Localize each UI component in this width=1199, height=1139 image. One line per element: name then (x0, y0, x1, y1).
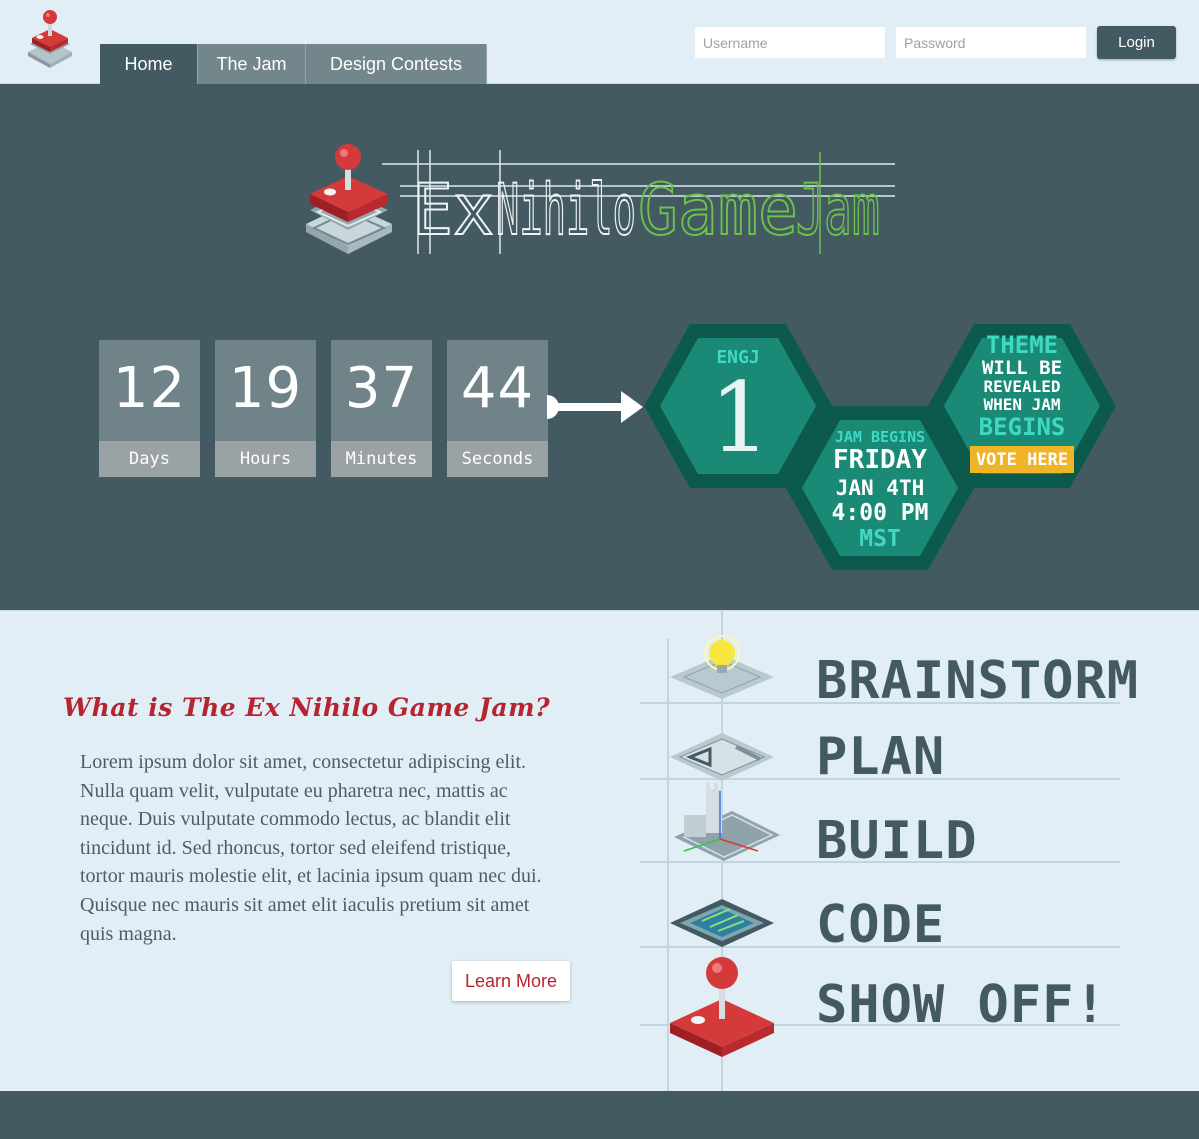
countdown-label: Seconds (447, 441, 548, 477)
joystick-show-off-icon (670, 957, 774, 1057)
tab-home[interactable]: Home (100, 44, 198, 84)
joystick-logo-icon[interactable] (22, 8, 78, 74)
code-board-icon (670, 899, 774, 947)
vote-here-button[interactable]: VOTE HERE (970, 446, 1074, 473)
countdown-days: 12 Days (99, 340, 200, 477)
login-button[interactable]: Login (1097, 26, 1176, 59)
countdown-value: 44 (460, 356, 535, 421)
about-heading: What is The Ex Nihilo Game Jam? (63, 693, 551, 722)
jam-number: 1 (709, 362, 771, 474)
step-code: CODE (816, 895, 946, 955)
castle-build-icon (674, 783, 780, 861)
blueprint-plan-icon (670, 733, 774, 781)
hero-section: Ex Nihilo Game Jam 12 Days 19 Hours 37 M… (0, 84, 1199, 610)
svg-text:Nihilo: Nihilo (496, 169, 636, 251)
theme-text-line: BEGINS (978, 413, 1066, 441)
jam-day: FRIDAY (833, 445, 927, 475)
learn-more-button[interactable]: Learn More (452, 961, 570, 1001)
theme-text-line: REVEALED (983, 377, 1061, 396)
username-input[interactable] (695, 27, 885, 58)
joystick-logo-icon (306, 144, 392, 254)
jam-date: JAN 4TH (835, 476, 925, 500)
countdown-value: 37 (344, 356, 419, 421)
password-input[interactable] (896, 27, 1086, 58)
main-nav: Home The Jam Design Contests (100, 44, 487, 84)
countdown-label: Hours (215, 441, 316, 477)
svg-text:Jam: Jam (796, 169, 880, 251)
countdown-label: Minutes (331, 441, 432, 477)
countdown-value: 12 (112, 356, 187, 421)
countdown-seconds: 44 Seconds (447, 340, 548, 477)
countdown-value: 19 (228, 356, 303, 421)
step-show-off: SHOW OFF! (816, 975, 1107, 1035)
countdown-hours: 19 Hours (215, 340, 316, 477)
tab-design-contests[interactable]: Design Contests (306, 44, 487, 84)
svg-text:Ex: Ex (412, 169, 494, 251)
step-brainstorm: BRAINSTORM (816, 651, 1140, 711)
site-footer (0, 1091, 1199, 1139)
ex-nihilo-game-jam-logo: Ex Nihilo Game Jam (306, 144, 895, 254)
tab-the-jam[interactable]: The Jam (198, 44, 306, 84)
jam-info-badge: ENGJ 1 JAM BEGINS FRIDAY JAN 4TH 4:00 PM… (640, 322, 1120, 574)
site-header: Home The Jam Design Contests Login (0, 0, 1199, 84)
svg-text:Game: Game (638, 169, 798, 251)
step-build: BUILD (816, 811, 978, 871)
jam-timezone: MST (859, 526, 901, 552)
lightbulb-icon (670, 635, 774, 699)
theme-text-line: WHEN JAM (983, 395, 1061, 414)
jam-steps: BRAINSTORM PLAN BUILD CODE SHOW OFF! (640, 611, 1138, 1092)
countdown-label: Days (99, 441, 200, 477)
about-section: What is The Ex Nihilo Game Jam? Lorem ip… (0, 610, 1199, 1092)
theme-text-line: WILL BE (981, 357, 1063, 379)
arrow-right-icon (547, 391, 643, 423)
countdown-timer: 12 Days 19 Hours 37 Minutes 44 Seconds (99, 340, 548, 477)
theme-heading: THEME (985, 331, 1059, 359)
step-plan: PLAN (816, 727, 946, 787)
about-description: Lorem ipsum dolor sit amet, consectetur … (80, 751, 542, 945)
countdown-minutes: 37 Minutes (331, 340, 432, 477)
jam-begins-label: JAM BEGINS (834, 428, 926, 446)
jam-time: 4:00 PM (831, 500, 929, 526)
